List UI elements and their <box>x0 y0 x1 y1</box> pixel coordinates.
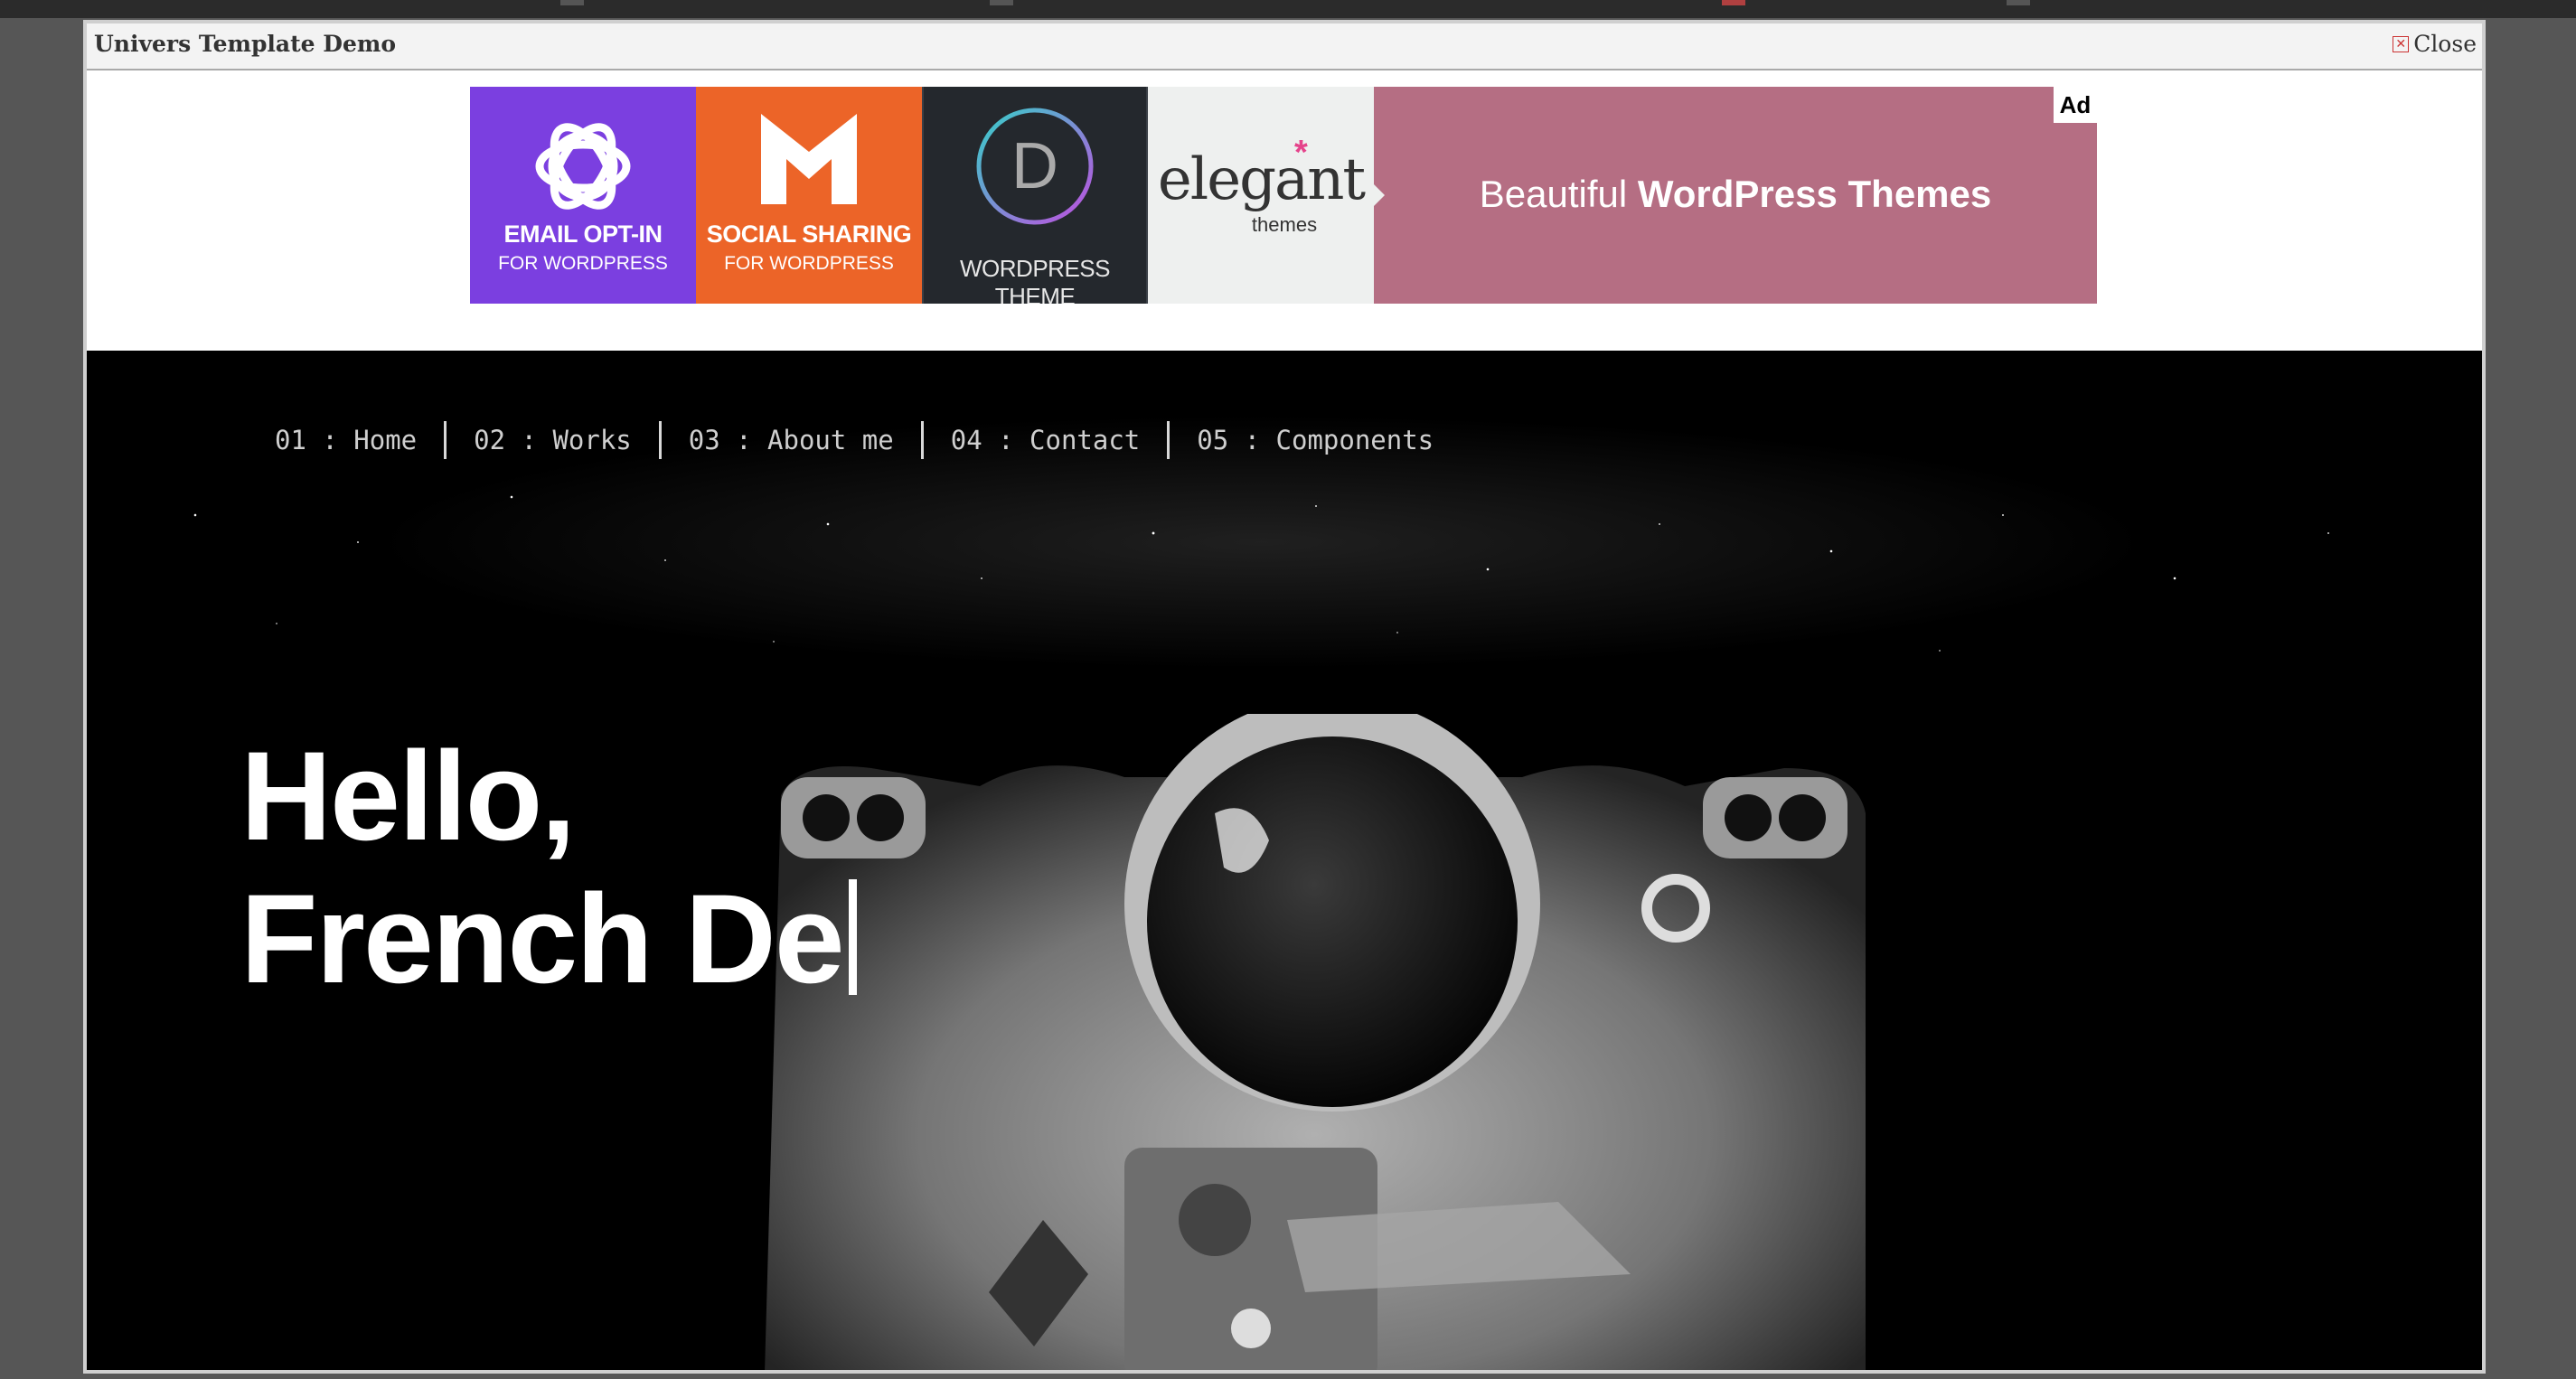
tab-marker <box>560 0 584 5</box>
nav-item-works[interactable]: 02 : Works <box>447 425 659 455</box>
ad-area: EMAIL OPT-IN FOR WORDPRESS SOCIAL SHARIN… <box>87 70 2482 351</box>
modal-title: Univers Template Demo <box>94 31 396 57</box>
svg-text:D: D <box>1011 130 1058 202</box>
hero-line-2: French De <box>240 868 845 1009</box>
ad-tile-title: WORDPRESS THEME <box>960 255 1110 304</box>
typing-cursor <box>848 879 857 995</box>
ad-banner[interactable]: EMAIL OPT-IN FOR WORDPRESS SOCIAL SHARIN… <box>470 87 2097 304</box>
monarch-m-icon <box>761 114 857 204</box>
tab-marker <box>990 0 1013 5</box>
hero-section: 01 : Home 02 : Works 03 : About me 04 : … <box>87 352 2482 1370</box>
ad-headline: Beautiful WordPress Themes <box>1374 173 2097 216</box>
hero-line-1: Hello, <box>240 725 576 867</box>
ad-tile-elegant-themes[interactable]: * elegant themes <box>1148 87 1374 304</box>
close-button[interactable]: ✕ Close <box>2393 31 2477 57</box>
main-nav: 01 : Home 02 : Works 03 : About me 04 : … <box>275 421 1461 459</box>
ad-tile-email-optin[interactable]: EMAIL OPT-IN FOR WORDPRESS <box>470 87 696 304</box>
modal-titlebar: Univers Template Demo ✕ Close <box>87 23 2482 70</box>
ad-tile-title: EMAIL OPT-IN <box>503 220 663 248</box>
ad-tile-subtitle: themes <box>1251 213 1318 236</box>
close-icon[interactable]: ✕ <box>2393 35 2410 52</box>
ad-headline-bold: WordPress Themes <box>1637 173 1992 215</box>
modal-content: EMAIL OPT-IN FOR WORDPRESS SOCIAL SHARIN… <box>87 70 2482 1370</box>
ad-tile-social-sharing[interactable]: SOCIAL SHARING FOR WORDPRESS <box>696 87 922 304</box>
ad-tile-title: elegant <box>1157 146 1366 213</box>
ad-tile-title: SOCIAL SHARING <box>706 220 912 248</box>
tab-marker <box>1722 0 1745 5</box>
browser-top-strip <box>0 0 2576 18</box>
nav-item-about[interactable]: 03 : About me <box>662 425 921 455</box>
hero-headline: Hello, French De <box>240 725 857 1010</box>
ad-headline-light: Beautiful <box>1479 173 1638 215</box>
divi-d-icon: D <box>976 108 1094 225</box>
demo-modal: Univers Template Demo ✕ Close EMAIL OPT-… <box>83 20 2486 1374</box>
astronaut-photo <box>765 714 1866 1370</box>
starfield-background <box>87 352 2482 732</box>
nav-item-home[interactable]: 01 : Home <box>275 425 444 455</box>
tab-marker <box>2007 0 2030 5</box>
ad-tile-subtitle: FOR WORDPRESS <box>724 253 894 274</box>
ad-tile-subtitle: FOR WORDPRESS <box>498 253 668 274</box>
ad-tile-headline[interactable]: Beautiful WordPress Themes <box>1374 87 2097 304</box>
close-label[interactable]: Close <box>2413 31 2477 57</box>
nav-item-contact[interactable]: 04 : Contact <box>924 425 1168 455</box>
bloom-flower-icon <box>535 123 631 210</box>
ad-badge[interactable]: Ad <box>2054 87 2097 123</box>
ad-tile-wordpress-theme[interactable]: D WORDPRESS THEME <box>922 87 1148 304</box>
nav-item-components[interactable]: 05 : Components <box>1170 425 1461 455</box>
